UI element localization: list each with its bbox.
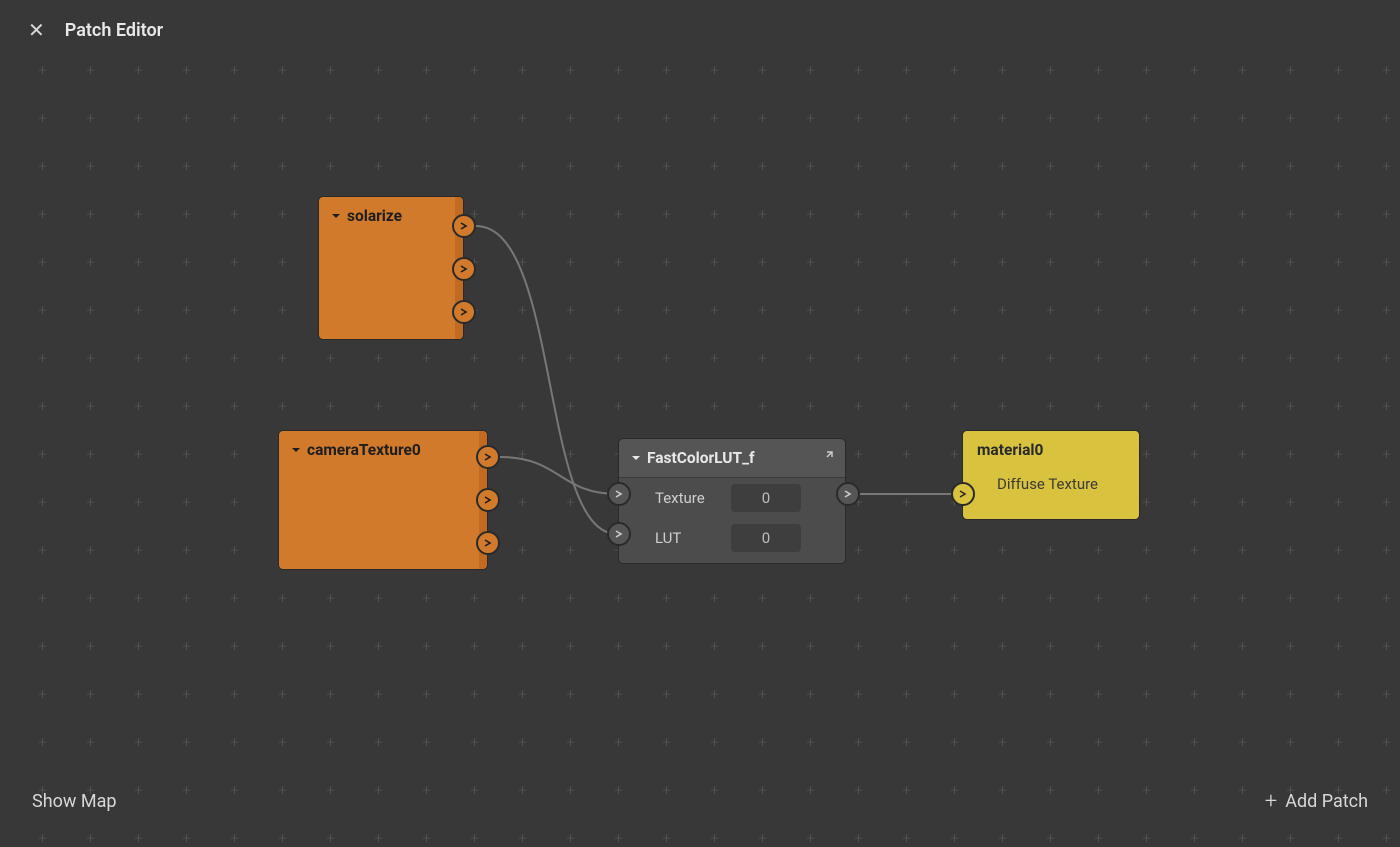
caret-down-icon — [331, 211, 341, 221]
node-fastcolorlut-row-texture: Texture 0 — [619, 478, 845, 518]
node-cameratexture0[interactable]: cameraTexture0 — [278, 430, 488, 570]
port-solarize-out-1[interactable] — [452, 257, 476, 281]
port-fastlut-out[interactable] — [836, 482, 860, 506]
port-camera-out-0[interactable] — [476, 445, 500, 469]
footer-bar: Show Map + Add Patch — [0, 767, 1400, 842]
plus-icon: + — [1265, 789, 1277, 814]
node-solarize-label: solarize — [347, 207, 402, 225]
close-icon[interactable]: ✕ — [28, 18, 45, 42]
node-cameratexture0-title[interactable]: cameraTexture0 — [279, 431, 487, 469]
node-material0[interactable]: material0 Diffuse Texture — [962, 430, 1140, 520]
page-title: Patch Editor — [65, 20, 163, 41]
node-fastcolorlut-title[interactable]: FastColorLUT_f — [619, 439, 845, 478]
caret-down-icon — [631, 453, 641, 463]
grid-background: ++++++++++++++++++++++++++++++++++++++++… — [0, 0, 1400, 842]
node-material0-label: material0 — [977, 441, 1043, 459]
port-solarize-out-2[interactable] — [452, 300, 476, 324]
node-solarize-title[interactable]: solarize — [319, 197, 463, 235]
header-bar: ✕ Patch Editor — [0, 0, 1400, 60]
patch-editor-canvas[interactable]: ++++++++++++++++++++++++++++++++++++++++… — [0, 0, 1400, 842]
port-camera-out-2[interactable] — [476, 531, 500, 555]
expand-icon[interactable] — [819, 451, 833, 465]
port-solarize-out-0[interactable] — [452, 214, 476, 238]
row-input-texture[interactable]: 0 — [731, 484, 801, 512]
node-material0-sub: Diffuse Texture — [963, 469, 1139, 493]
row-input-lut[interactable]: 0 — [731, 524, 801, 552]
show-map-button[interactable]: Show Map — [32, 791, 116, 812]
add-patch-button[interactable]: + Add Patch — [1265, 789, 1368, 814]
caret-down-icon — [291, 445, 301, 455]
node-material0-title[interactable]: material0 — [963, 431, 1139, 469]
port-material-in-diffuse[interactable] — [951, 482, 975, 506]
node-fastcolorlut-label: FastColorLUT_f — [647, 449, 755, 467]
node-cameratexture0-label: cameraTexture0 — [307, 441, 421, 459]
row-label-texture: Texture — [655, 489, 721, 507]
port-fastlut-in-lut[interactable] — [607, 522, 631, 546]
node-solarize[interactable]: solarize — [318, 196, 464, 340]
node-fastcolorlut-row-lut: LUT 0 — [619, 518, 845, 558]
port-fastlut-in-texture[interactable] — [607, 482, 631, 506]
port-camera-out-1[interactable] — [476, 488, 500, 512]
node-fastcolorlut[interactable]: FastColorLUT_f Texture 0 LUT 0 — [618, 438, 846, 564]
row-label-lut: LUT — [655, 529, 721, 547]
